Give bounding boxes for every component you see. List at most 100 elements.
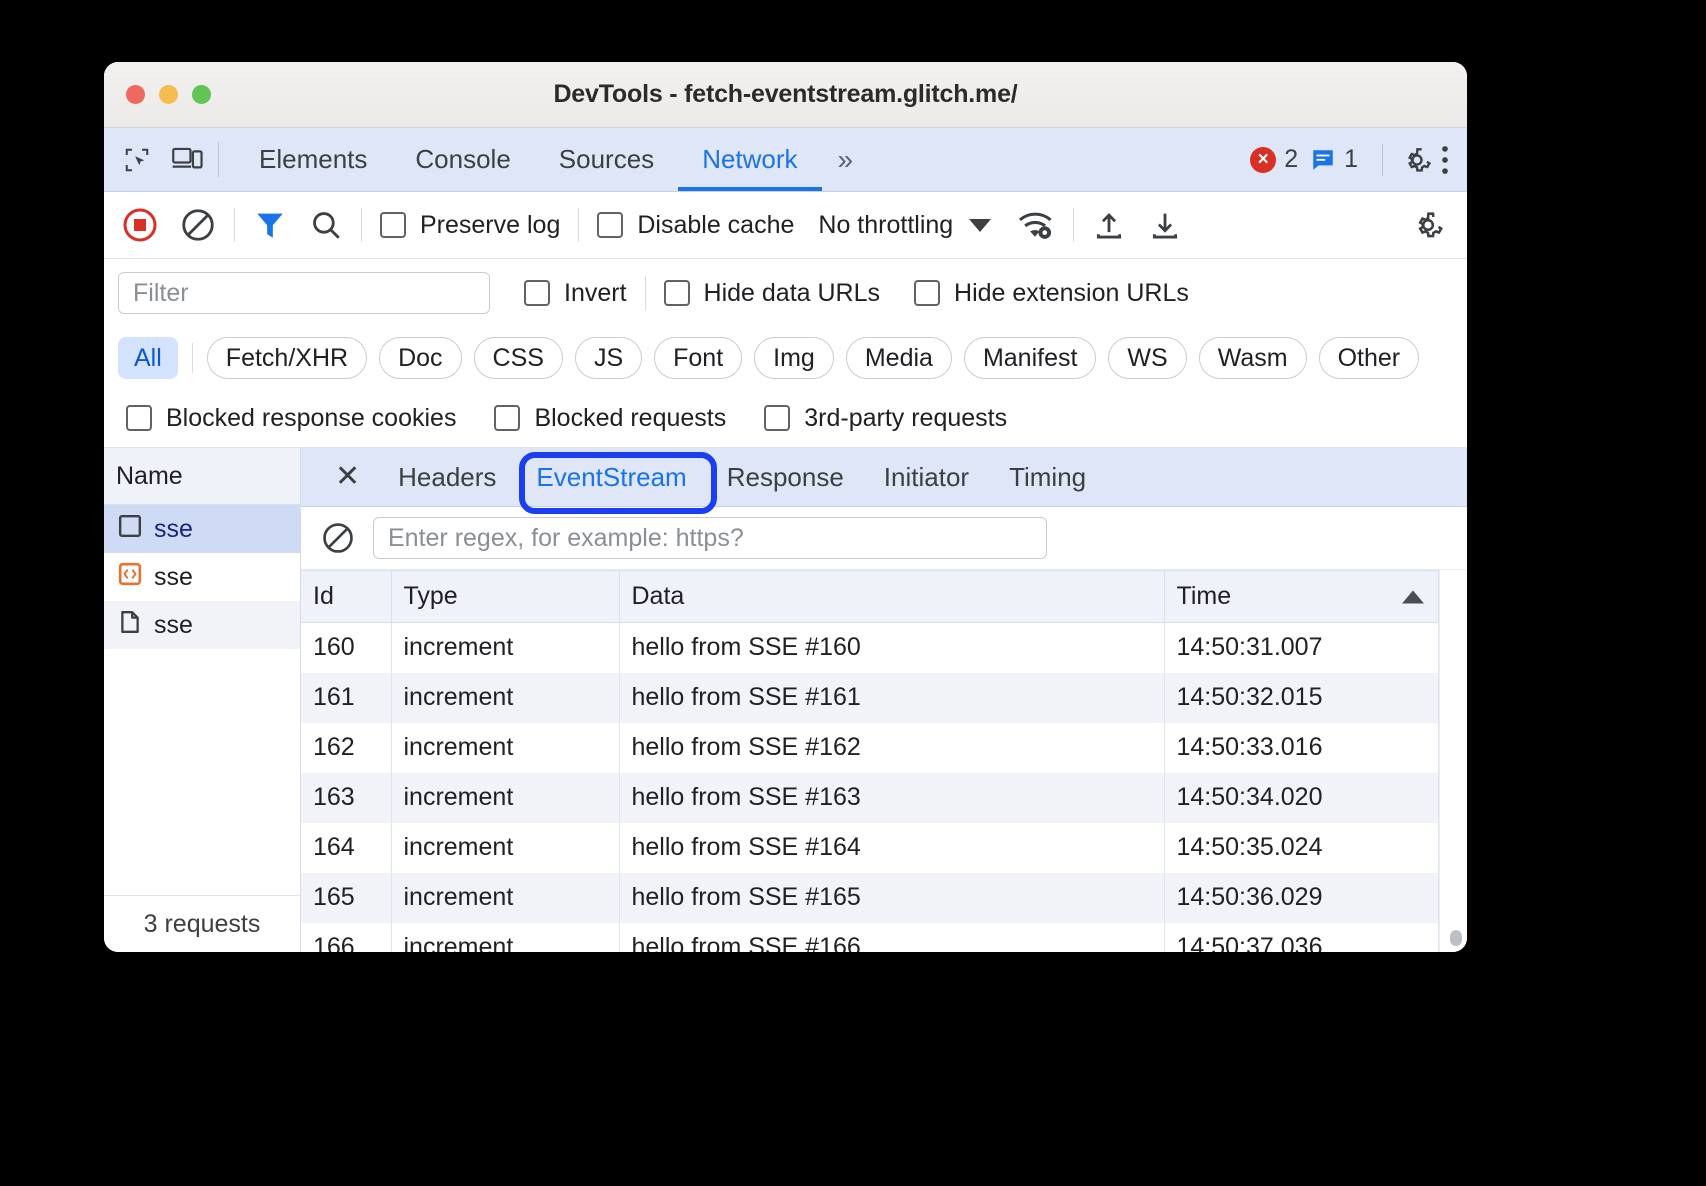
detail-tab-eventstream[interactable]: EventStream [516, 448, 706, 506]
devtools-tabstrip: Elements Console Sources Network » × 2 [104, 128, 1467, 192]
blocked-requests-box[interactable] [494, 405, 520, 431]
request-row-2[interactable]: sse [104, 601, 300, 649]
cell-data: hello from SSE #162 [619, 723, 1164, 773]
third-party-requests-label: 3rd-party requests [804, 404, 1007, 433]
detail-tabs: ✕ Headers EventStream Response Initiator… [301, 448, 1467, 507]
wifi-settings-icon[interactable] [1017, 208, 1055, 242]
invert-box[interactable] [524, 280, 550, 306]
cell-data: hello from SSE #166 [619, 923, 1164, 953]
chip-doc[interactable]: Doc [379, 337, 461, 379]
eventstream-scrollbar-thumb[interactable] [1450, 930, 1462, 946]
blocked-response-cookies-label: Blocked response cookies [166, 404, 456, 433]
message-count-group[interactable]: 1 [1310, 145, 1358, 174]
tab-console[interactable]: Console [391, 128, 534, 191]
chip-manifest[interactable]: Manifest [964, 337, 1096, 379]
detail-tab-headers[interactable]: Headers [378, 448, 516, 506]
cell-id: 161 [301, 673, 391, 723]
table-row[interactable]: 160 increment hello from SSE #160 14:50:… [301, 623, 1438, 673]
hide-extension-urls-checkbox[interactable]: Hide extension URLs [914, 279, 1189, 308]
eventstream-header-row: Id Type Data Time [301, 571, 1438, 623]
chip-all[interactable]: All [118, 337, 178, 379]
table-row[interactable]: 161 increment hello from SSE #161 14:50:… [301, 673, 1438, 723]
disable-cache-box[interactable] [597, 212, 623, 238]
gear-icon[interactable] [1401, 144, 1433, 176]
disable-cache-checkbox[interactable]: Disable cache [597, 211, 794, 240]
request-list-panel: Name sse [104, 448, 301, 952]
error-count-group[interactable]: × 2 [1250, 145, 1298, 174]
upload-har-icon[interactable] [1092, 208, 1126, 242]
cell-data: hello from SSE #161 [619, 673, 1164, 723]
device-toolbar-icon[interactable] [172, 145, 204, 175]
clear-icon[interactable] [321, 521, 355, 555]
throttling-select[interactable]: No throttling [818, 211, 991, 240]
detail-tab-initiator[interactable]: Initiator [864, 448, 989, 506]
cell-id: 165 [301, 873, 391, 923]
chip-font[interactable]: Font [654, 337, 742, 379]
chip-img[interactable]: Img [754, 337, 834, 379]
toolbar-divider-4 [1073, 208, 1074, 242]
tab-sources-label: Sources [559, 144, 654, 175]
detail-tab-timing[interactable]: Timing [989, 448, 1106, 506]
column-header-type[interactable]: Type [391, 571, 619, 623]
download-har-icon[interactable] [1148, 208, 1182, 242]
tab-network-label: Network [702, 144, 797, 175]
chip-ws[interactable]: WS [1108, 337, 1186, 379]
sort-ascending-icon [1402, 590, 1424, 603]
chip-other[interactable]: Other [1319, 337, 1420, 379]
cell-time: 14:50:36.029 [1164, 873, 1438, 923]
close-icon[interactable]: ✕ [317, 462, 378, 492]
filter-input[interactable] [118, 272, 490, 314]
network-settings-gear-icon[interactable] [1411, 208, 1445, 242]
network-toolbar: Preserve log Disable cache No throttling [104, 192, 1467, 259]
request-row-1[interactable]: sse [104, 553, 300, 601]
tab-sources[interactable]: Sources [535, 128, 678, 191]
table-row[interactable]: 163 increment hello from SSE #163 14:50:… [301, 773, 1438, 823]
resource-type-filters: All Fetch/XHR Doc CSS JS Font Img Media … [104, 327, 1467, 389]
preserve-log-checkbox[interactable]: Preserve log [380, 211, 560, 240]
chip-wasm[interactable]: Wasm [1199, 337, 1307, 379]
third-party-requests-checkbox[interactable]: 3rd-party requests [764, 404, 1007, 433]
network-body: Name sse [104, 448, 1467, 952]
eventstream-table-wrap: Id Type Data Time 160 [301, 570, 1467, 952]
column-header-id[interactable]: Id [301, 571, 391, 623]
clear-network-log-icon[interactable] [180, 207, 216, 243]
tab-elements-label: Elements [259, 144, 367, 175]
chip-fetch-xhr[interactable]: Fetch/XHR [207, 337, 367, 379]
table-row[interactable]: 164 increment hello from SSE #164 14:50:… [301, 823, 1438, 873]
third-party-requests-box[interactable] [764, 405, 790, 431]
invert-checkbox[interactable]: Invert [524, 279, 627, 308]
search-icon[interactable] [309, 208, 343, 242]
chip-js[interactable]: JS [575, 337, 642, 379]
message-icon [1310, 147, 1336, 173]
toolbar-divider-1 [234, 208, 235, 242]
column-header-data[interactable]: Data [619, 571, 1164, 623]
chip-css[interactable]: CSS [474, 337, 563, 379]
request-list-header[interactable]: Name [104, 448, 300, 505]
more-tabs-icon[interactable]: » [822, 128, 870, 191]
blocked-filters-row: Blocked response cookies Blocked request… [104, 389, 1467, 448]
hide-extension-urls-box[interactable] [914, 280, 940, 306]
tab-network[interactable]: Network [678, 128, 821, 191]
cell-id: 163 [301, 773, 391, 823]
request-row-0[interactable]: sse [104, 505, 300, 553]
eventstream-scrollbar[interactable] [1439, 570, 1466, 952]
blocked-requests-checkbox[interactable]: Blocked requests [494, 404, 726, 433]
column-header-time[interactable]: Time [1164, 571, 1438, 623]
tab-elements[interactable]: Elements [235, 128, 391, 191]
kebab-menu-icon[interactable] [1439, 144, 1451, 176]
table-row[interactable]: 162 increment hello from SSE #162 14:50:… [301, 723, 1438, 773]
eventstream-regex-input[interactable] [373, 517, 1047, 559]
blocked-response-cookies-box[interactable] [126, 405, 152, 431]
blocked-response-cookies-checkbox[interactable]: Blocked response cookies [126, 404, 456, 433]
table-row[interactable]: 165 increment hello from SSE #165 14:50:… [301, 873, 1438, 923]
hide-data-urls-box[interactable] [664, 280, 690, 306]
preserve-log-box[interactable] [380, 212, 406, 238]
inspect-element-icon[interactable] [122, 145, 152, 175]
chip-media[interactable]: Media [846, 337, 952, 379]
table-row[interactable]: 166 increment hello from SSE #166 14:50:… [301, 923, 1438, 953]
record-stop-icon[interactable] [122, 207, 158, 243]
main-tabs: Elements Console Sources Network » [235, 128, 869, 191]
detail-tab-response[interactable]: Response [707, 448, 864, 506]
filter-funnel-icon[interactable] [253, 208, 287, 242]
hide-data-urls-checkbox[interactable]: Hide data URLs [664, 279, 880, 308]
